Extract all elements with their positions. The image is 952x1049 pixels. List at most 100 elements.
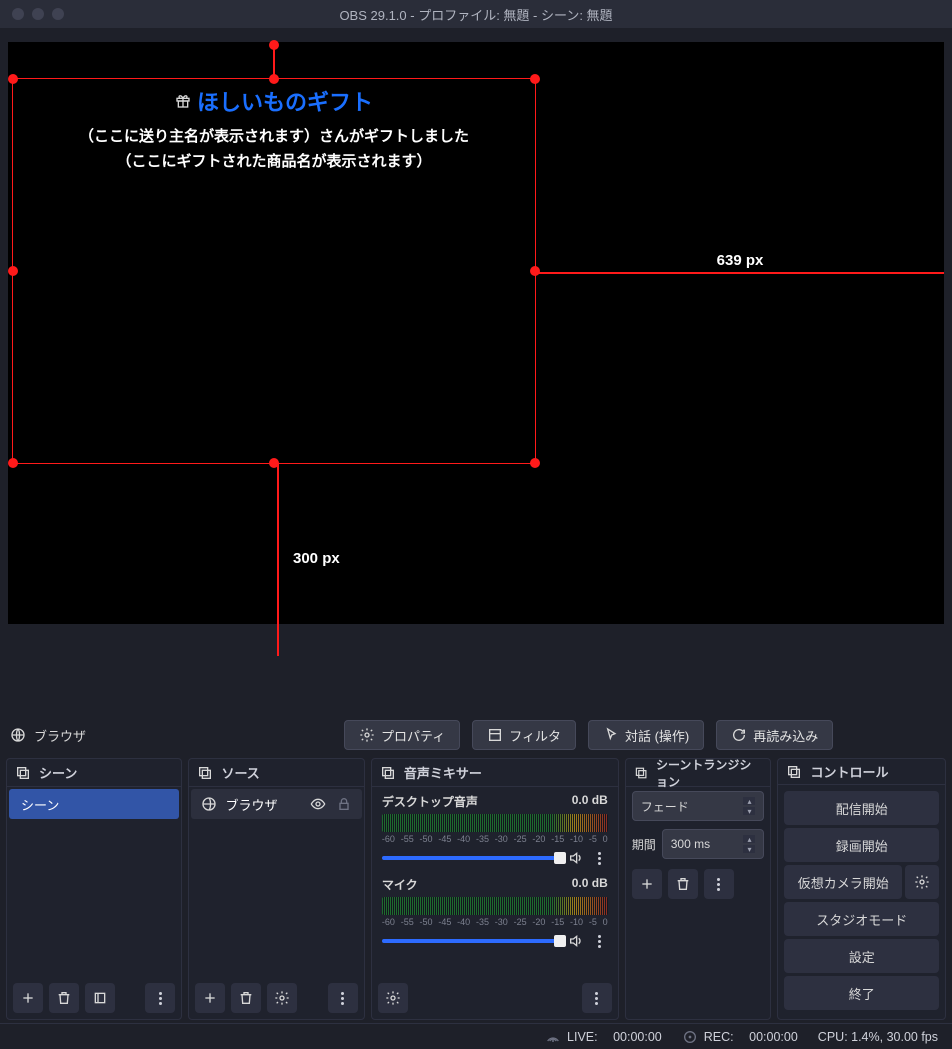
height-guide: 300 px: [277, 464, 279, 656]
overlay-line2: （ここにギフトされた商品名が表示されます）: [13, 150, 535, 171]
add-transition-button[interactable]: [632, 869, 662, 899]
transition-properties-button[interactable]: [704, 869, 734, 899]
preview-area[interactable]: ほしいものギフト （ここに送り主名が表示されます）さんがギフトしました （ここに…: [0, 28, 952, 712]
resize-handle-w[interactable]: [8, 266, 18, 276]
mixer-title: 音声ミキサー: [404, 763, 482, 782]
speaker-icon[interactable]: [568, 933, 584, 949]
eye-icon[interactable]: [310, 796, 326, 812]
start-streaming-button[interactable]: 配信開始: [784, 791, 939, 825]
volume-slider[interactable]: [382, 856, 560, 860]
undock-icon[interactable]: [786, 764, 802, 780]
source-menu-button[interactable]: [328, 983, 358, 1013]
exit-button[interactable]: 終了: [784, 976, 939, 1010]
scene-item-label: シーン: [21, 795, 59, 814]
globe-icon: [201, 796, 217, 812]
remove-transition-button[interactable]: [668, 869, 698, 899]
mixer-menu-button[interactable]: [582, 983, 612, 1013]
filter-icon: [487, 727, 503, 743]
mixer-ch-name: デスクトップ音声: [382, 793, 478, 810]
speaker-icon[interactable]: [568, 850, 584, 866]
selected-source: ブラウザ: [10, 726, 200, 745]
window-close-button[interactable]: [12, 8, 24, 20]
chevron-down-icon[interactable]: ▾: [743, 845, 755, 853]
source-item[interactable]: ブラウザ: [191, 789, 361, 819]
start-recording-button[interactable]: 録画開始: [784, 828, 939, 862]
mixer-ch-db: 0.0 dB: [572, 876, 608, 893]
scene-menu-button[interactable]: [145, 983, 175, 1013]
window-minimize-button[interactable]: [32, 8, 44, 20]
start-virtual-camera-button[interactable]: 仮想カメラ開始: [784, 865, 902, 899]
virtual-camera-settings-button[interactable]: [905, 865, 939, 899]
resize-handle-nw[interactable]: [8, 74, 18, 84]
interact-button[interactable]: 対話 (操作): [588, 720, 704, 750]
add-source-button[interactable]: [195, 983, 225, 1013]
scene-item[interactable]: シーン: [9, 789, 179, 819]
resize-handle-ne[interactable]: [530, 74, 540, 84]
gear-icon: [914, 874, 930, 890]
rotation-stem: [273, 45, 275, 79]
gift-icon: [175, 93, 191, 109]
source-item-label: ブラウザ: [225, 795, 277, 814]
gear-icon: [274, 990, 290, 1006]
mixer-channel: マイク 0.0 dB -60-55-50-45-40-35-30-25-20-1…: [372, 870, 618, 953]
overlay-line1: （ここに送り主名が表示されます）さんがギフトしました: [13, 125, 535, 146]
height-label: 300 px: [293, 550, 340, 567]
scenes-dock: シーン シーン: [6, 758, 182, 1020]
duration-input[interactable]: 300 ms ▴▾: [662, 829, 765, 859]
scene-filter-button[interactable]: [85, 983, 115, 1013]
mixer-ch-name: マイク: [382, 876, 418, 893]
filters-button[interactable]: フィルタ: [472, 720, 576, 750]
mixer-channel: デスクトップ音声 0.0 dB -60-55-50-45-40-35-30-25…: [372, 787, 618, 870]
trash-icon: [675, 876, 691, 892]
properties-button[interactable]: プロパティ: [344, 720, 460, 750]
status-live: LIVE: 00:00:00: [545, 1029, 662, 1045]
mixer-ch-menu[interactable]: [592, 935, 608, 948]
undock-icon[interactable]: [634, 765, 648, 781]
resize-handle-e[interactable]: [530, 266, 540, 276]
mixer-meter: [382, 814, 608, 832]
transition-select[interactable]: フェード ▴▾: [632, 791, 765, 821]
transitions-title: シーントランジション: [656, 756, 762, 790]
mixer-dock: 音声ミキサー デスクトップ音声 0.0 dB -60-55-50-45-40-3…: [371, 758, 619, 1020]
chevron-down-icon[interactable]: ▾: [743, 807, 755, 815]
globe-icon: [10, 727, 26, 743]
resize-handle-sw[interactable]: [8, 458, 18, 468]
settings-button[interactable]: 設定: [784, 939, 939, 973]
refresh-button[interactable]: 再読み込み: [716, 720, 833, 750]
refresh-icon: [731, 727, 747, 743]
sources-dock: ソース ブラウザ: [188, 758, 364, 1020]
selection-box[interactable]: ほしいものギフト （ここに送り主名が表示されます）さんがギフトしました （ここに…: [12, 78, 536, 464]
source-properties-button[interactable]: [267, 983, 297, 1013]
remove-source-button[interactable]: [231, 983, 261, 1013]
trash-icon: [238, 990, 254, 1006]
lock-icon[interactable]: [336, 796, 352, 812]
advanced-audio-button[interactable]: [378, 983, 408, 1013]
chevron-up-icon[interactable]: ▴: [743, 797, 755, 805]
source-toolbar: ブラウザ プロパティ フィルタ 対話 (操作) 再読み込み: [0, 712, 952, 758]
scenes-title: シーン: [39, 763, 77, 782]
undock-icon[interactable]: [380, 765, 396, 781]
mixer-ch-db: 0.0 dB: [572, 793, 608, 810]
plus-icon: [20, 990, 36, 1006]
add-scene-button[interactable]: [13, 983, 43, 1013]
studio-mode-button[interactable]: スタジオモード: [784, 902, 939, 936]
controls-title: コントロール: [810, 762, 888, 781]
mixer-ticks: -60-55-50-45-40-35-30-25-20-15-10-50: [382, 834, 608, 844]
mixer-ch-menu[interactable]: [592, 852, 608, 865]
signal-icon: [545, 1029, 561, 1045]
preview-canvas[interactable]: ほしいものギフト （ここに送り主名が表示されます）さんがギフトしました （ここに…: [8, 42, 944, 624]
undock-icon[interactable]: [197, 765, 213, 781]
pointer-icon: [603, 727, 619, 743]
resize-handle-se[interactable]: [530, 458, 540, 468]
window-title: OBS 29.1.0 - プロファイル: 無題 - シーン: 無題: [339, 5, 612, 24]
plus-icon: [639, 876, 655, 892]
chevron-up-icon[interactable]: ▴: [743, 835, 755, 843]
trash-icon: [56, 990, 72, 1006]
status-rec: REC: 00:00:00: [682, 1029, 798, 1045]
window-zoom-button[interactable]: [52, 8, 64, 20]
rotation-handle[interactable]: [269, 40, 279, 50]
volume-slider[interactable]: [382, 939, 560, 943]
remove-scene-button[interactable]: [49, 983, 79, 1013]
controls-dock: コントロール 配信開始 録画開始 仮想カメラ開始 スタジオモード 設定 終了: [777, 758, 946, 1020]
undock-icon[interactable]: [15, 765, 31, 781]
